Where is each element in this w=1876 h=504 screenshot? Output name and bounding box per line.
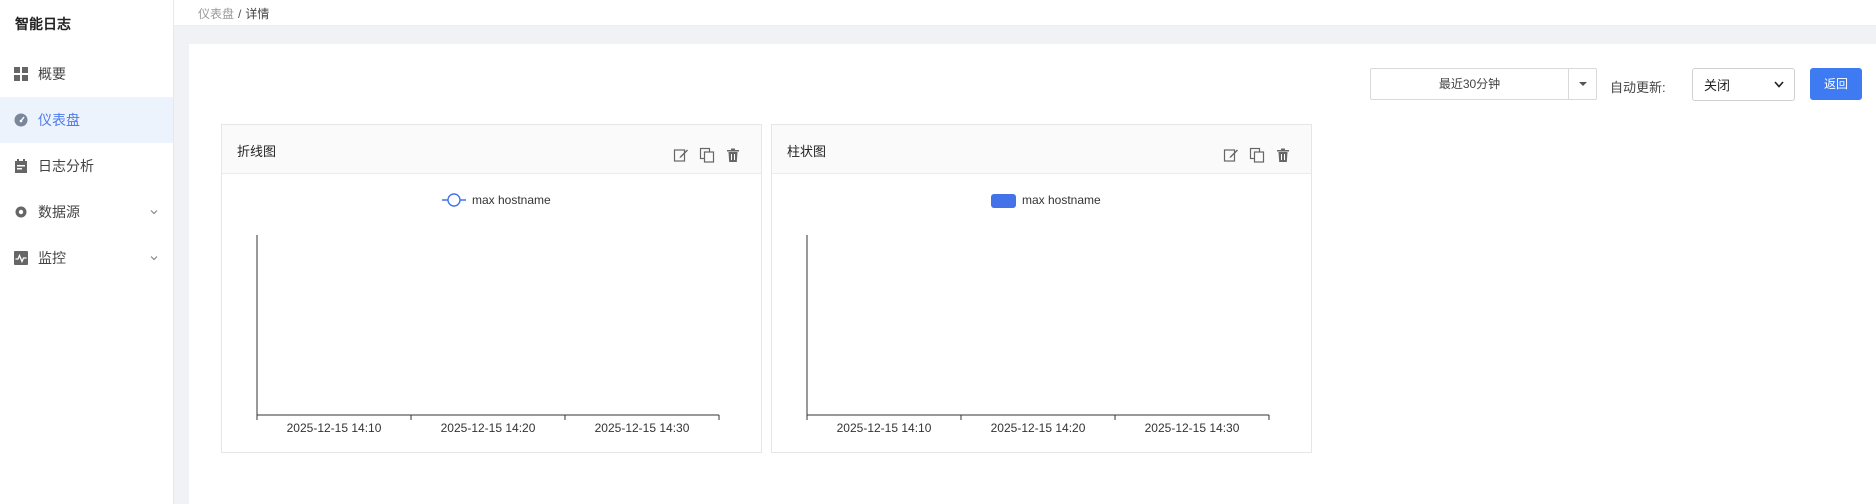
app-title: 智能日志 <box>15 16 71 32</box>
sidebar-item-monitor[interactable]: 监控 <box>0 235 173 281</box>
x-tick-label: 2025-12-15 14:20 <box>441 421 536 435</box>
calendar-log-icon <box>15 159 27 173</box>
panel-header: 折线图 <box>222 125 761 174</box>
dashboard-gauge-icon <box>14 113 28 127</box>
edit-icon[interactable] <box>673 147 689 163</box>
gear-icon <box>15 206 27 218</box>
sidebar-item-label: 数据源 <box>38 204 80 220</box>
sidebar-item-log-analysis[interactable]: 日志分析 <box>0 143 173 189</box>
time-range-value[interactable]: 最近30分钟 <box>1371 69 1569 99</box>
time-range-picker[interactable]: 最近30分钟 <box>1370 68 1597 100</box>
auto-refresh-label: 自动更新: <box>1610 80 1666 95</box>
panel-header: 柱状图 <box>772 125 1311 174</box>
delete-icon[interactable] <box>725 147 741 163</box>
x-tick-label: 2025-12-15 14:30 <box>1145 421 1240 435</box>
copy-icon[interactable] <box>1249 147 1265 163</box>
legend-marker-symbol <box>447 193 461 207</box>
line-chart-panel: 折线图 max hostname 2025-12-15 14:10 2025-1… <box>221 124 762 453</box>
grid-icon <box>14 67 28 81</box>
delete-icon[interactable] <box>1275 147 1291 163</box>
sidebar-item-dashboard[interactable]: 仪表盘 <box>0 97 173 143</box>
auto-refresh-select[interactable]: 关闭 <box>1692 68 1795 101</box>
app-root: 智能日志 概要 仪表盘 日志分析 数据源 监控 仪表盘 / 详情 最近30分钟 … <box>0 0 1876 504</box>
sidebar-item-datasource[interactable]: 数据源 <box>0 189 173 235</box>
x-tick-label: 2025-12-15 14:10 <box>837 421 932 435</box>
legend-label: max hostname <box>1022 193 1101 207</box>
panel-title: 柱状图 <box>787 144 827 159</box>
bar-chart-panel: 柱状图 max hostname 2025-12-15 14:10 2025-1… <box>771 124 1312 453</box>
sidebar-item-overview[interactable]: 概要 <box>0 51 173 97</box>
sidebar-item-label: 日志分析 <box>38 158 94 174</box>
sidebar-item-label: 仪表盘 <box>38 112 80 128</box>
breadcrumb-current: 详情 <box>245 7 270 21</box>
copy-icon[interactable] <box>699 147 715 163</box>
breadcrumb: 仪表盘 / 详情 <box>198 5 269 22</box>
legend-bar-symbol <box>991 194 1016 208</box>
x-tick-label: 2025-12-15 14:10 <box>287 421 382 435</box>
chart-legend: max hostname <box>991 193 1101 208</box>
panel-tools <box>1223 147 1291 163</box>
time-range-dropdown-button[interactable] <box>1569 69 1596 99</box>
x-tick-label: 2025-12-15 14:20 <box>991 421 1086 435</box>
sidebar-item-label: 概要 <box>38 66 66 82</box>
chevron-down-icon[interactable] <box>149 253 159 263</box>
breadcrumb-parent[interactable]: 仪表盘 <box>198 7 234 21</box>
panel-title: 折线图 <box>237 144 277 159</box>
breadcrumb-separator: / <box>238 7 242 21</box>
line-chart: max hostname 2025-12-15 14:10 2025-12-15 1… <box>256 193 720 435</box>
edit-icon[interactable] <box>1223 147 1239 163</box>
caret-down-icon <box>1578 82 1587 86</box>
panel-tools <box>673 147 741 163</box>
monitor-pulse-icon <box>14 251 28 265</box>
bar-chart: max hostname 2025-12-15 14:10 2025-12-15 1… <box>806 193 1270 435</box>
chart-legend: max hostname <box>442 193 551 207</box>
sidebar: 智能日志 概要 仪表盘 日志分析 数据源 监控 <box>0 0 174 504</box>
back-button[interactable]: 返回 <box>1810 68 1862 100</box>
chevron-down-icon <box>1774 81 1784 88</box>
legend-label: max hostname <box>472 193 551 207</box>
auto-refresh-value: 关闭 <box>1704 78 1731 93</box>
x-tick-label: 2025-12-15 14:30 <box>595 421 690 435</box>
breadcrumb-bar: 仪表盘 / 详情 <box>174 0 1876 26</box>
chevron-down-icon[interactable] <box>149 207 159 217</box>
sidebar-item-label: 监控 <box>38 250 66 266</box>
